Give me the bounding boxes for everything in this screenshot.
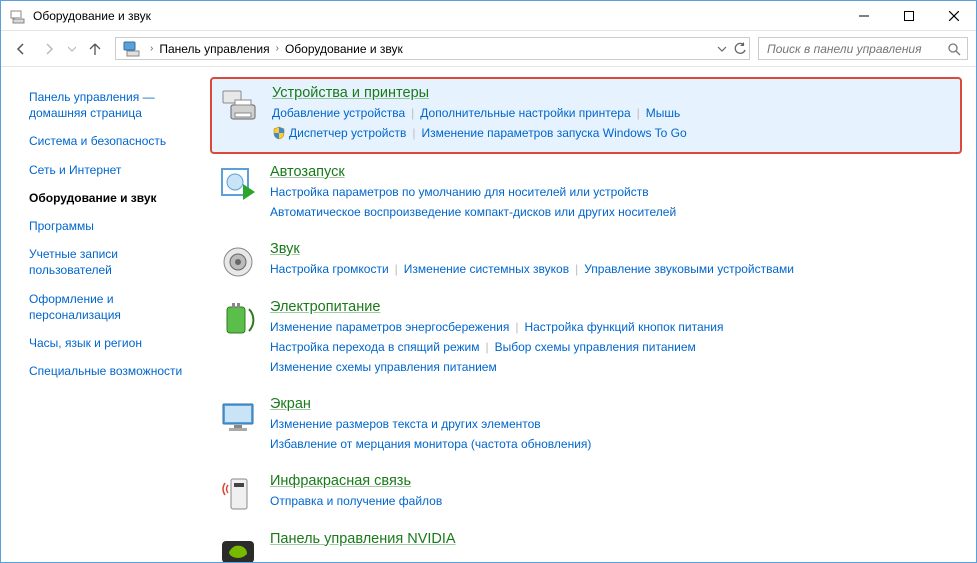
sidebar-item[interactable]: Панель управления — домашняя страница [29, 85, 206, 125]
address-dropdown[interactable] [717, 44, 727, 54]
section-link[interactable]: Изменение параметров запуска Windows To … [421, 126, 686, 140]
sidebar-item[interactable]: Специальные возможности [29, 359, 206, 383]
control-panel-icon [122, 39, 142, 59]
chevron-right-icon: › [146, 43, 157, 54]
section-links: Изменение размеров текста и других элеме… [270, 414, 954, 455]
breadcrumb-segment[interactable]: Панель управления [157, 40, 271, 58]
devices-printers-icon [220, 85, 260, 125]
section-link[interactable]: Настройка перехода в спящий режим [270, 340, 479, 354]
section-heading[interactable]: Экран [270, 396, 311, 412]
address-bar-buttons [717, 42, 747, 56]
section-heading[interactable]: Инфракрасная связь [270, 473, 411, 489]
sidebar-item[interactable]: Сеть и Интернет [29, 158, 206, 182]
sound-icon [218, 241, 258, 281]
search-input[interactable] [765, 41, 941, 57]
section: Инфракрасная связь Отправка и получение ф… [210, 467, 962, 521]
link-divider: | [485, 340, 488, 354]
power-icon [218, 299, 258, 339]
uac-shield-icon [272, 126, 286, 140]
recent-dropdown[interactable] [65, 37, 79, 61]
breadcrumb-segment[interactable]: Оборудование и звук [283, 40, 405, 58]
section: Панель управления NVIDIA [210, 525, 962, 562]
back-button[interactable] [9, 37, 33, 61]
address-bar[interactable]: › Панель управления › Оборудование и зву… [115, 37, 750, 60]
link-divider: | [412, 126, 415, 140]
sidebar-item[interactable]: Программы [29, 214, 206, 238]
display-icon [218, 396, 258, 436]
link-divider: | [575, 262, 578, 276]
section-links: Изменение параметров энергосбережения | На… [270, 317, 954, 378]
sidebar-item-active[interactable]: Оборудование и звук [29, 186, 206, 210]
section-link[interactable]: Изменение системных звуков [404, 262, 569, 276]
section-body: Электропитание Изменение параметров энерг… [270, 299, 954, 378]
section-link[interactable]: Отправка и получение файлов [270, 494, 442, 508]
section-body: Экран Изменение размеров текста и других … [270, 396, 954, 455]
sidebar-item[interactable]: Учетные записи пользователей [29, 242, 206, 282]
section-link[interactable]: Изменение размеров текста и других элеме… [270, 417, 541, 431]
section-link[interactable]: Настройка параметров по умолчанию для но… [270, 185, 649, 199]
autoplay-icon [218, 164, 258, 204]
section-links: Настройка громкости | Изменение системных … [270, 259, 954, 279]
navbar: › Панель управления › Оборудование и зву… [1, 31, 976, 67]
window: Оборудование и звук [0, 0, 977, 563]
section-body: Устройства и принтеры Добавление устройст… [272, 85, 952, 144]
section: Автозапуск Настройка параметров по умолча… [210, 158, 962, 231]
titlebar: Оборудование и звук [1, 1, 976, 31]
nvidia-icon [218, 531, 258, 562]
section-link[interactable]: Автоматическое воспроизведение компакт-д… [270, 205, 676, 219]
section-link[interactable]: Избавление от мерцания монитора (частота… [270, 437, 591, 451]
chevron-right-icon: › [272, 43, 283, 54]
section-heading[interactable]: Устройства и принтеры [272, 85, 429, 101]
section-link[interactable]: Изменение схемы управления питанием [270, 360, 497, 374]
breadcrumb: › Панель управления › Оборудование и зву… [146, 40, 717, 58]
section-link[interactable]: Настройка громкости [270, 262, 389, 276]
sidebar-item[interactable]: Система и безопасность [29, 129, 206, 153]
section-link[interactable]: Добавление устройства [272, 106, 405, 120]
forward-button[interactable] [37, 37, 61, 61]
section-link[interactable]: Изменение параметров энергосбережения [270, 320, 509, 334]
sidebar-item[interactable]: Оформление и персонализация [29, 287, 206, 327]
window-controls [841, 1, 976, 30]
link-divider: | [515, 320, 518, 334]
section-link[interactable]: Мышь [646, 106, 681, 120]
section-body: Автозапуск Настройка параметров по умолча… [270, 164, 954, 223]
search-icon[interactable] [947, 42, 961, 56]
section-links: Добавление устройства | Дополнительные нас… [272, 103, 952, 144]
section: Устройства и принтеры Добавление устройст… [210, 77, 962, 154]
section-link[interactable]: Дополнительные настройки принтера [420, 106, 630, 120]
main-content: Устройства и принтеры Добавление устройст… [206, 67, 976, 562]
sidebar-item[interactable]: Часы, язык и регион [29, 331, 206, 355]
link-divider: | [395, 262, 398, 276]
section: Экран Изменение размеров текста и других … [210, 390, 962, 463]
section-link[interactable]: Настройка функций кнопок питания [524, 320, 723, 334]
minimize-button[interactable] [841, 1, 886, 30]
section-heading[interactable]: Звук [270, 241, 300, 257]
section-heading[interactable]: Панель управления NVIDIA [270, 531, 456, 547]
refresh-button[interactable] [733, 42, 747, 56]
close-button[interactable] [931, 1, 976, 30]
maximize-button[interactable] [886, 1, 931, 30]
section-link[interactable]: Диспетчер устройств [289, 126, 406, 140]
infrared-icon [218, 473, 258, 513]
body: Панель управления — домашняя страница Си… [1, 67, 976, 562]
search-box[interactable] [758, 37, 968, 60]
sidebar: Панель управления — домашняя страница Си… [1, 67, 206, 562]
section-heading[interactable]: Автозапуск [270, 164, 345, 180]
section-body: Звук Настройка громкости | Изменение систем… [270, 241, 954, 281]
section-link[interactable]: Выбор схемы управления питанием [495, 340, 696, 354]
link-divider: | [411, 106, 414, 120]
app-icon [9, 7, 27, 25]
section-heading[interactable]: Электропитание [270, 299, 380, 315]
section: Звук Настройка громкости | Изменение систем… [210, 235, 962, 289]
link-divider: | [637, 106, 640, 120]
section-link[interactable]: Управление звуковыми устройствами [584, 262, 794, 276]
section-links: Настройка параметров по умолчанию для но… [270, 182, 954, 223]
section-body: Инфракрасная связь Отправка и получение ф… [270, 473, 954, 513]
up-button[interactable] [83, 37, 107, 61]
window-title: Оборудование и звук [33, 9, 841, 23]
section-body: Панель управления NVIDIA [270, 531, 954, 562]
section: Электропитание Изменение параметров энерг… [210, 293, 962, 386]
section-links: Отправка и получение файлов [270, 491, 954, 511]
